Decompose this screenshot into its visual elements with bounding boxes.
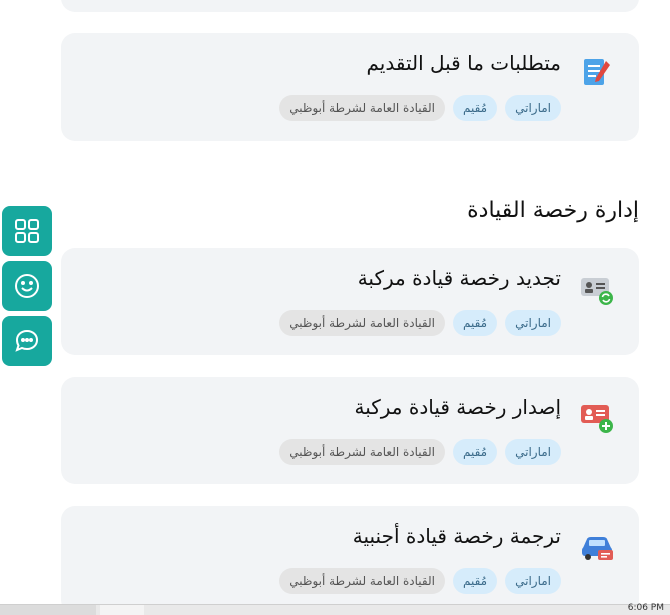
- car-license-icon: [579, 528, 615, 564]
- service-card-translate-license[interactable]: ترجمة رخصة قيادة أجنبية اماراتي مُقيم ال…: [61, 506, 639, 614]
- license-renew-icon: [579, 270, 615, 306]
- grid-icon: [15, 219, 39, 243]
- feedback-button[interactable]: [2, 261, 52, 311]
- tag-list: اماراتي مُقيم القيادة العامة لشرطة أبوظب…: [279, 439, 561, 465]
- tag-resident: مُقيم: [453, 439, 498, 465]
- license-add-icon: [579, 399, 615, 435]
- chat-button[interactable]: [2, 316, 52, 366]
- tag-emirati: اماراتي: [505, 95, 561, 121]
- tag-list: اماراتي مُقيم القيادة العامة لشرطة أبوظب…: [279, 568, 561, 594]
- tag-list: اماراتي مُقيم القيادة العامة لشرطة أبوظب…: [279, 95, 561, 121]
- tag-authority: القيادة العامة لشرطة أبوظبي: [279, 95, 445, 121]
- tag-resident: مُقيم: [453, 568, 498, 594]
- service-card-issue-license[interactable]: إصدار رخصة قيادة مركبة اماراتي مُقيم الق…: [61, 377, 639, 484]
- card-title: ترجمة رخصة قيادة أجنبية: [352, 524, 561, 548]
- tag-resident: مُقيم: [453, 310, 498, 336]
- tag-emirati: اماراتي: [505, 439, 561, 465]
- tag-authority: القيادة العامة لشرطة أبوظبي: [279, 568, 445, 594]
- taskbar-clock: 6:06 PM: [627, 603, 664, 613]
- smiley-icon: [15, 274, 39, 298]
- service-card-partial[interactable]: [61, 0, 639, 12]
- card-title: متطلبات ما قبل التقديم: [366, 51, 561, 75]
- card-title: إصدار رخصة قيادة مركبة: [354, 395, 561, 419]
- tag-resident: مُقيم: [453, 95, 498, 121]
- services-grid-button[interactable]: [2, 206, 52, 256]
- tag-emirati: اماراتي: [505, 310, 561, 336]
- tag-authority: القيادة العامة لشرطة أبوظبي: [279, 310, 445, 336]
- tag-authority: القيادة العامة لشرطة أبوظبي: [279, 439, 445, 465]
- section-title: إدارة رخصة القيادة: [467, 198, 639, 223]
- service-card-requirements[interactable]: متطلبات ما قبل التقديم اماراتي مُقيم الق…: [61, 33, 639, 141]
- document-pen-icon: [579, 55, 615, 91]
- tag-list: اماراتي مُقيم القيادة العامة لشرطة أبوظب…: [279, 310, 561, 336]
- tag-emirati: اماراتي: [505, 568, 561, 594]
- service-card-renew-license[interactable]: تجديد رخصة قيادة مركبة اماراتي مُقيم الق…: [61, 248, 639, 355]
- taskbar: 6:06 PM: [0, 603, 670, 615]
- card-title: تجديد رخصة قيادة مركبة: [357, 266, 561, 290]
- chat-icon: [15, 329, 39, 352]
